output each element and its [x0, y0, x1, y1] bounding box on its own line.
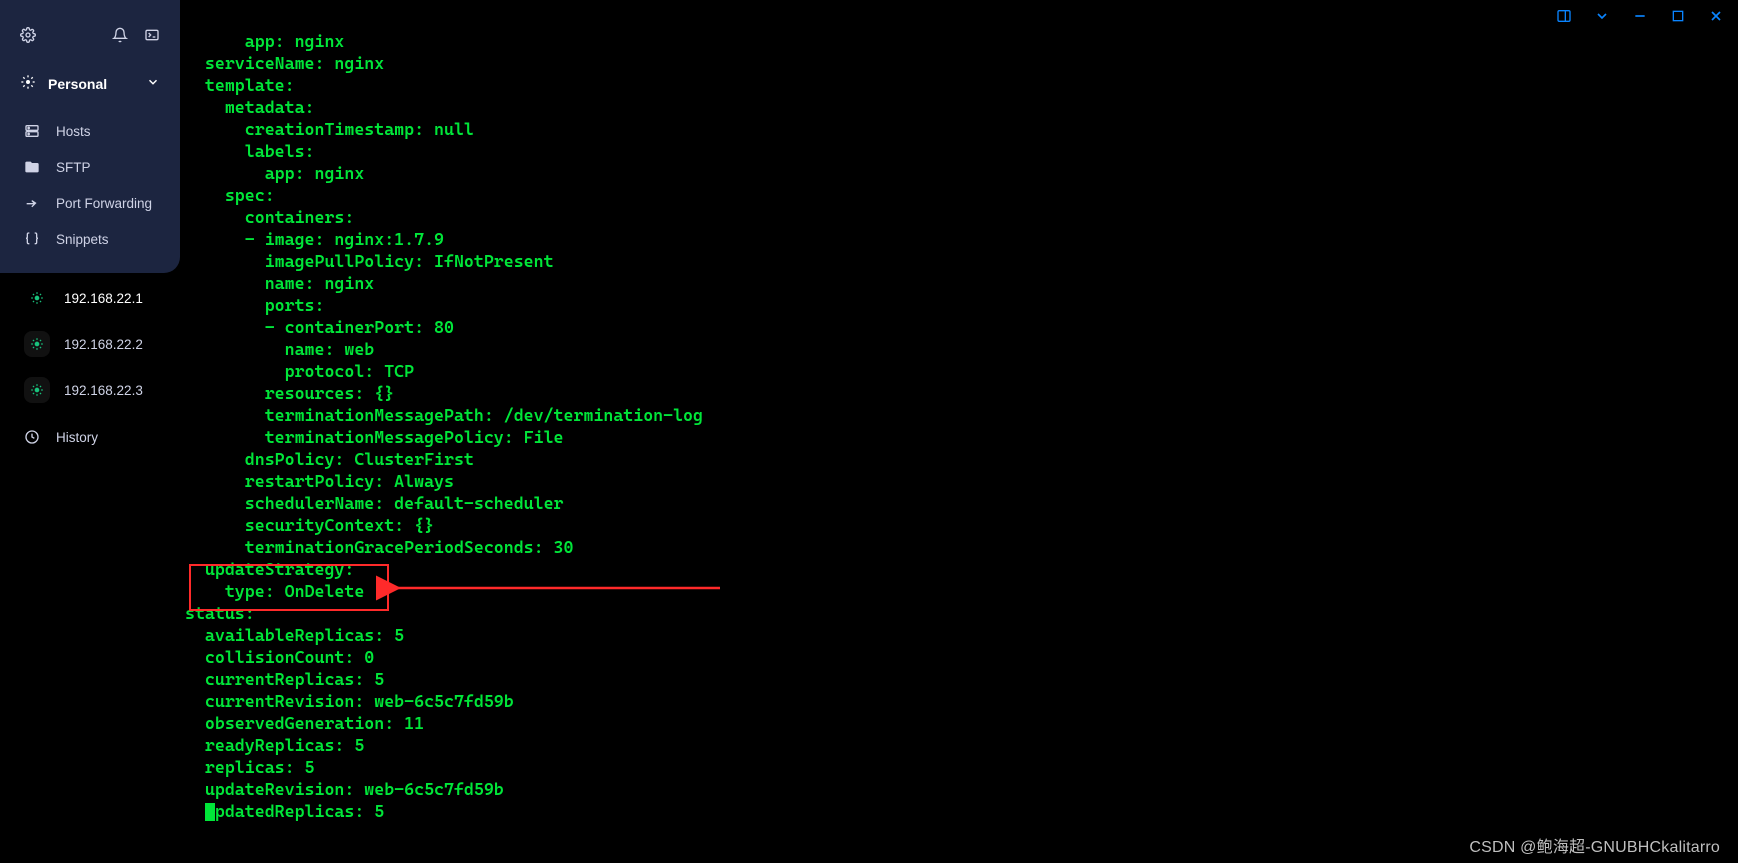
terminal-line: terminationMessagePolicy: File [185, 426, 1725, 448]
folder-icon [24, 159, 40, 175]
terminal-line: readyReplicas: 5 [185, 734, 1725, 756]
terminal-box-icon[interactable] [144, 27, 160, 43]
bell-icon[interactable] [112, 27, 128, 43]
terminal-output[interactable]: app: nginx serviceName: nginx template: … [185, 0, 1725, 835]
braces-icon [24, 231, 40, 247]
terminal-line: - image: nginx:1.7.9 [185, 228, 1725, 250]
terminal-line: ports: [185, 294, 1725, 316]
terminal-line: terminationMessagePath: /dev/termination… [185, 404, 1725, 426]
sidebar-item-label: Hosts [56, 124, 91, 139]
sidebar-item-label: Port Forwarding [56, 196, 152, 211]
terminal-line: restartPolicy: Always [185, 470, 1725, 492]
host-label: 192.168.22.2 [64, 337, 143, 352]
sidebar-item-hosts[interactable]: Hosts [0, 113, 180, 149]
workspace-icon [20, 74, 36, 93]
close-icon[interactable] [1708, 8, 1724, 24]
chevron-down-icon [146, 75, 160, 92]
sidebar-item-label: Snippets [56, 232, 109, 247]
terminal-line: schedulerName: default-scheduler [185, 492, 1725, 514]
terminal-line: - containerPort: 80 [185, 316, 1725, 338]
terminal-line: spec: [185, 184, 1725, 206]
sidebar: Personal Hosts SFTP [0, 0, 180, 863]
host-label: 192.168.22.1 [64, 291, 143, 306]
terminal-line: metadata: [185, 96, 1725, 118]
sidebar-nav: Hosts SFTP Port Forwarding Snippets [0, 109, 180, 261]
workspace-dropdown[interactable]: Personal [0, 70, 180, 109]
host-list: 192.168.22.1 192.168.22.2 192.168.22.3 H… [0, 277, 180, 455]
terminal-line: updatedReplicas: 5 [185, 800, 1725, 822]
terminal-line: observedGeneration: 11 [185, 712, 1725, 734]
terminal-cursor [205, 803, 215, 821]
terminal-line: currentReplicas: 5 [185, 668, 1725, 690]
terminal-line: name: web [185, 338, 1725, 360]
workspace-label: Personal [48, 76, 107, 92]
terminal-line: updateRevision: web-6c5c7fd59b [185, 778, 1725, 800]
host-label: 192.168.22.3 [64, 383, 143, 398]
terminal-line: terminationGracePeriodSeconds: 30 [185, 536, 1725, 558]
sidebar-topbar [0, 0, 180, 70]
terminal-line: currentRevision: web-6c5c7fd59b [185, 690, 1725, 712]
split-panel-icon[interactable] [1556, 8, 1572, 24]
maximize-icon[interactable] [1670, 8, 1686, 24]
sidebar-item-sftp[interactable]: SFTP [0, 149, 180, 185]
terminal-line: updateStrategy: [185, 558, 1725, 580]
terminal-line: protocol: TCP [185, 360, 1725, 382]
host-status-icon [24, 331, 50, 357]
terminal-line: name: nginx [185, 272, 1725, 294]
server-icon [24, 123, 40, 139]
history-icon [24, 429, 40, 445]
host-status-icon [24, 377, 50, 403]
terminal-line: replicas: 5 [185, 756, 1725, 778]
terminal-line: app: nginx [185, 162, 1725, 184]
terminal-line: securityContext: {} [185, 514, 1725, 536]
sidebar-section: Personal Hosts SFTP [0, 70, 180, 273]
terminal-line: imagePullPolicy: IfNotPresent [185, 250, 1725, 272]
terminal-line: serviceName: nginx [185, 52, 1725, 74]
terminal-line: labels: [185, 140, 1725, 162]
terminal-line: app: nginx [185, 30, 1725, 52]
sidebar-item-port-forwarding[interactable]: Port Forwarding [0, 185, 180, 221]
sidebar-item-label: SFTP [56, 160, 91, 175]
sidebar-item-history[interactable]: History [0, 419, 180, 455]
terminal-line: resources: {} [185, 382, 1725, 404]
terminal-line: template: [185, 74, 1725, 96]
minimize-icon[interactable] [1632, 8, 1648, 24]
terminal-line: collisionCount: 0 [185, 646, 1725, 668]
terminal-line: type: OnDelete [185, 580, 1725, 602]
host-item[interactable]: 192.168.22.2 [6, 323, 174, 365]
watermark: CSDN @鲍海超-GNUBHCkalitarro [1469, 833, 1720, 857]
window-controls [1556, 8, 1724, 24]
chevron-down-icon[interactable] [1594, 8, 1610, 24]
forward-icon [24, 195, 40, 211]
terminal-line: containers: [185, 206, 1725, 228]
host-item[interactable]: 192.168.22.1 [6, 277, 174, 319]
host-status-icon [24, 285, 50, 311]
sidebar-item-snippets[interactable]: Snippets [0, 221, 180, 257]
terminal-line: creationTimestamp: null [185, 118, 1725, 140]
terminal-line: availableReplicas: 5 [185, 624, 1725, 646]
host-item[interactable]: 192.168.22.3 [6, 369, 174, 411]
terminal-line: status: [185, 602, 1725, 624]
sidebar-item-label: History [56, 430, 98, 445]
terminal-line: dnsPolicy: ClusterFirst [185, 448, 1725, 470]
gear-icon[interactable] [20, 27, 36, 43]
